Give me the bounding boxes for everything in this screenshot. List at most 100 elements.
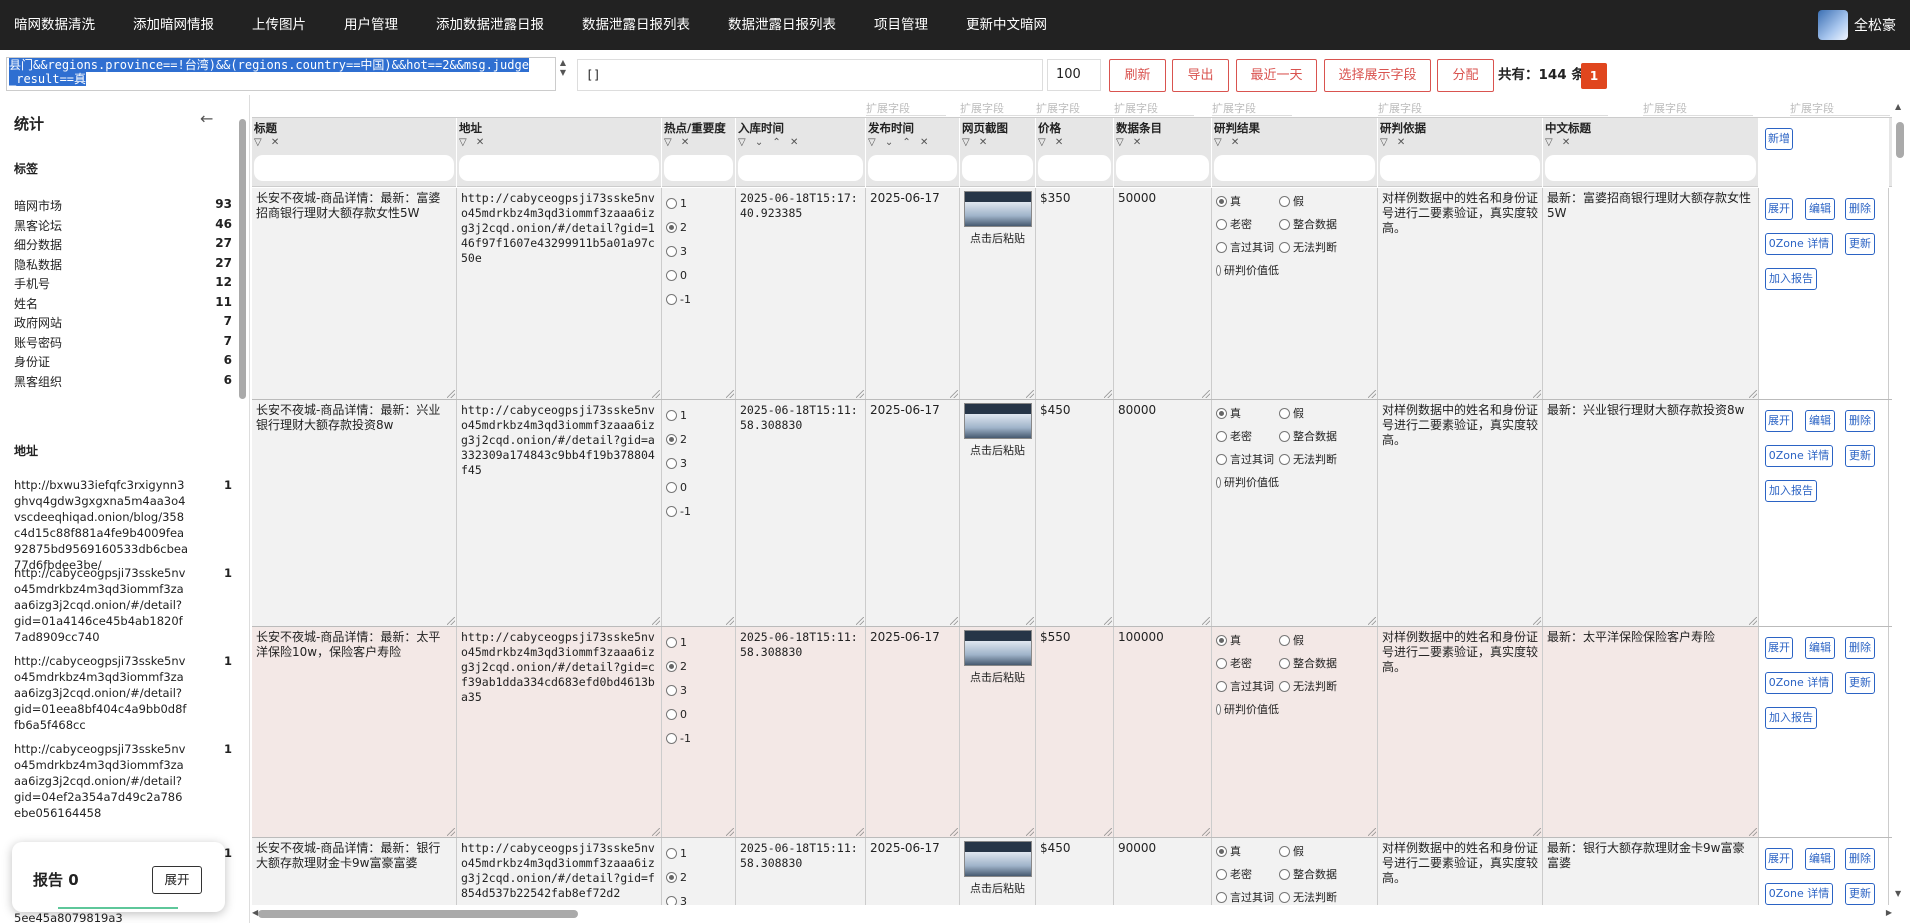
verdict-option[interactable]: 真 [1216,633,1279,648]
resize-grip-icon[interactable] [1368,390,1376,398]
verdict-option[interactable]: 假 [1279,844,1339,859]
tag-row[interactable]: 黑客论坛 46 [14,217,232,234]
edit-button[interactable]: 编辑 [1805,198,1835,220]
verdict-option[interactable]: 假 [1279,406,1339,421]
filter-icon[interactable]: ▽ ✕ [1038,137,1066,148]
nav-leak-report-list-2[interactable]: 数据泄露日报列表 [709,0,855,50]
update-button[interactable]: 更新 [1845,672,1875,694]
cell-shot[interactable]: 点击后粘贴 [960,838,1036,905]
cell-shot[interactable]: 点击后粘贴 [960,627,1036,837]
radio-icon[interactable] [1216,408,1227,419]
radio-icon[interactable] [666,847,677,859]
verdict-option[interactable]: 老密 [1216,429,1279,444]
hot-option[interactable]: 1 [666,841,731,865]
radio-icon[interactable] [1279,892,1290,903]
radio-icon[interactable] [1216,658,1227,669]
radio-icon[interactable] [666,871,677,883]
hot-option[interactable]: 3 [666,451,731,475]
filter-icon[interactable]: ▽ ✕ [459,137,487,148]
radio-icon[interactable] [666,457,677,469]
resize-grip-icon[interactable] [1202,617,1210,625]
cell-shot[interactable]: 点击后粘贴 [960,188,1036,399]
delete-button[interactable]: 删除 [1845,637,1875,659]
radio-icon[interactable] [666,505,677,517]
tag-row[interactable]: 账号密码 7 [14,334,232,351]
resize-grip-icon[interactable] [950,828,958,836]
delete-button[interactable]: 删除 [1845,198,1875,220]
update-button[interactable]: 更新 [1845,233,1875,255]
radio-icon[interactable] [666,732,677,744]
resize-grip-icon[interactable] [1368,617,1376,625]
radio-icon[interactable] [1279,658,1290,669]
column-filter-input[interactable] [254,155,454,181]
new-button[interactable]: 新增 [1765,128,1793,150]
filter-icon[interactable]: ▽ ⌄ ⌃ ✕ [738,137,801,148]
expand-button[interactable]: 展开 [1765,848,1793,870]
delete-button[interactable]: 删除 [1845,848,1875,870]
page-badge[interactable]: 1 [1581,63,1607,89]
address-row[interactable]: http://bxwu33iefqfc3rxigynn3ghvq4gdw3gxg… [14,477,232,573]
filter-icon[interactable]: ▽ ✕ [1380,137,1408,148]
column-filter-input[interactable] [664,155,733,181]
update-button[interactable]: 更新 [1845,883,1875,905]
address-row[interactable]: http://cabyceogpsji73sske5nvo45mdrkbz4m3… [14,741,232,821]
verdict-option[interactable]: 研判价值低 [1216,263,1279,278]
tag-row[interactable]: 手机号 12 [14,275,232,292]
nav-leak-report-list[interactable]: 数据泄露日报列表 [563,0,709,50]
hot-option[interactable]: 2 [666,865,731,889]
resize-grip-icon[interactable] [1533,828,1541,836]
nav-project-management[interactable]: 项目管理 [855,0,947,50]
verdict-option[interactable]: 研判价值低 [1216,475,1279,490]
ozone-detail-button[interactable]: 0Zone 详情 [1765,883,1833,905]
add-report-button[interactable]: 加入报告 [1765,707,1817,729]
radio-icon[interactable] [1279,242,1290,253]
radio-icon[interactable] [1216,265,1221,276]
radio-icon[interactable] [1216,431,1227,442]
radio-icon[interactable] [666,660,677,672]
resize-grip-icon[interactable] [1104,617,1112,625]
resize-grip-icon[interactable] [1202,828,1210,836]
verdict-option[interactable]: 假 [1279,194,1339,209]
tag-row[interactable]: 身份证 6 [14,353,232,370]
resize-grip-icon[interactable] [652,828,660,836]
edit-button[interactable]: 编辑 [1805,848,1835,870]
resize-grip-icon[interactable] [1026,390,1034,398]
grid-horizontal-scrollbar[interactable]: ◀ ▶ [252,906,1892,920]
verdict-option[interactable]: 整合数据 [1279,867,1339,882]
column-filter-input[interactable] [1038,155,1111,181]
tag-row[interactable]: 隐私数据 27 [14,256,232,273]
radio-icon[interactable] [1216,846,1227,857]
column-filter-input[interactable] [1214,155,1375,181]
resize-grip-icon[interactable] [950,390,958,398]
verdict-option[interactable]: 无法判断 [1279,240,1339,255]
add-report-button[interactable]: 加入报告 [1765,480,1817,502]
radio-icon[interactable] [1216,454,1227,465]
radio-icon[interactable] [1216,477,1221,488]
column-filter-input[interactable] [962,155,1033,181]
hot-option[interactable]: 2 [666,215,731,239]
verdict-option[interactable]: 整合数据 [1279,217,1339,232]
resize-grip-icon[interactable] [1533,390,1541,398]
user-menu[interactable]: 全松豪 [1818,0,1896,50]
radio-icon[interactable] [1279,635,1290,646]
resize-grip-icon[interactable] [856,390,864,398]
radio-icon[interactable] [666,409,677,421]
verdict-option[interactable]: 言过其词 [1216,890,1279,905]
verdict-option[interactable]: 真 [1216,194,1279,209]
expand-button[interactable]: 展开 [1765,198,1793,220]
radio-icon[interactable] [666,293,677,305]
hot-option[interactable]: 1 [666,403,731,427]
screenshot-thumbnail[interactable] [964,630,1032,666]
tag-row[interactable]: 姓名 11 [14,295,232,312]
resize-grip-icon[interactable] [1368,828,1376,836]
sidebar-scrollbar[interactable] [237,105,247,905]
radio-icon[interactable] [1279,846,1290,857]
query-input[interactable]: 县门&&regions.province==!台湾)&&(regions.cou… [6,57,556,91]
screenshot-thumbnail[interactable] [964,841,1032,877]
resize-grip-icon[interactable] [447,828,455,836]
filter-icon[interactable]: ▽ ✕ [1214,137,1242,148]
radio-icon[interactable] [1279,219,1290,230]
filter-icon[interactable]: ▽ ✕ [1545,137,1573,148]
column-filter-input[interactable] [738,155,863,181]
radio-icon[interactable] [1279,681,1290,692]
